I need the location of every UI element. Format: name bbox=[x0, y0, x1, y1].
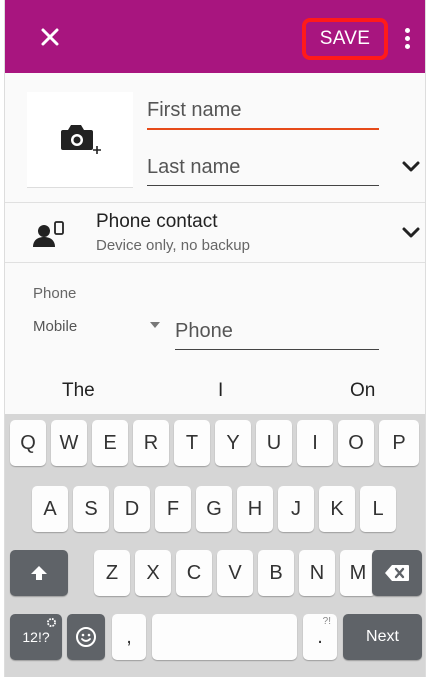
key[interactable]: S bbox=[73, 486, 109, 532]
backspace-icon bbox=[385, 565, 409, 581]
period-key-sub-label: ?! bbox=[322, 616, 331, 627]
screen: SAVE First name Last name Phone contact … bbox=[4, 0, 426, 677]
key[interactable]: Y bbox=[215, 420, 251, 466]
key[interactable]: I bbox=[297, 420, 333, 466]
settings-icon bbox=[47, 618, 56, 627]
symbols-label: 12!? bbox=[22, 629, 50, 645]
phone-placeholder: Phone bbox=[175, 320, 233, 342]
phone-type-select[interactable]: Mobile bbox=[33, 318, 77, 335]
key[interactable]: L bbox=[360, 486, 396, 532]
key[interactable]: E bbox=[92, 420, 128, 466]
key[interactable]: O bbox=[338, 420, 374, 466]
more-options-button[interactable] bbox=[397, 22, 417, 54]
key[interactable]: Q bbox=[10, 420, 46, 466]
close-button[interactable] bbox=[35, 22, 65, 52]
key[interactable]: F bbox=[155, 486, 191, 532]
phone-contact-icon bbox=[33, 221, 64, 247]
save-button[interactable]: SAVE bbox=[302, 18, 388, 60]
suggestion[interactable]: I bbox=[218, 380, 223, 402]
key[interactable]: M bbox=[340, 550, 376, 596]
expand-name-button[interactable] bbox=[400, 155, 422, 177]
suggestion-bar: The I On bbox=[5, 370, 425, 414]
add-photo-icon bbox=[61, 125, 101, 154]
key[interactable]: T bbox=[174, 420, 210, 466]
comma-key[interactable]: , bbox=[112, 614, 146, 660]
close-icon bbox=[41, 28, 59, 46]
key[interactable]: U bbox=[256, 420, 292, 466]
symbols-key[interactable]: 12!? bbox=[10, 614, 62, 660]
last-name-field[interactable]: Last name bbox=[147, 150, 379, 186]
key[interactable]: Z bbox=[94, 550, 130, 596]
shift-icon bbox=[31, 566, 47, 580]
key[interactable]: A bbox=[32, 486, 68, 532]
key[interactable]: B bbox=[258, 550, 294, 596]
emoji-icon bbox=[76, 627, 96, 647]
key[interactable]: K bbox=[319, 486, 355, 532]
key[interactable]: D bbox=[114, 486, 150, 532]
key[interactable]: V bbox=[217, 550, 253, 596]
key[interactable]: X bbox=[135, 550, 171, 596]
app-bar: SAVE bbox=[5, 0, 425, 73]
key[interactable]: P bbox=[379, 420, 419, 466]
more-vert-icon bbox=[404, 27, 410, 33]
key[interactable]: G bbox=[196, 486, 232, 532]
expand-account-button[interactable] bbox=[400, 221, 422, 243]
shift-key[interactable] bbox=[10, 550, 68, 596]
account-subtitle: Device only, no backup bbox=[96, 237, 250, 254]
key[interactable]: N bbox=[299, 550, 335, 596]
key[interactable]: J bbox=[278, 486, 314, 532]
add-photo-button[interactable] bbox=[27, 92, 133, 188]
key[interactable]: H bbox=[237, 486, 273, 532]
dropdown-arrow-icon[interactable] bbox=[150, 322, 160, 328]
space-key[interactable] bbox=[152, 614, 297, 660]
first-name-placeholder: First name bbox=[147, 99, 242, 121]
period-key[interactable]: ?! . bbox=[303, 614, 337, 660]
suggestion[interactable]: The bbox=[62, 380, 95, 402]
account-selector[interactable]: Phone contact Device only, no backup bbox=[5, 203, 425, 261]
first-name-field[interactable]: First name bbox=[147, 94, 379, 130]
on-screen-keyboard: Q W E R T Y U I O P A S D F G H J K L Z … bbox=[5, 414, 425, 677]
key[interactable]: R bbox=[133, 420, 169, 466]
key[interactable]: C bbox=[176, 550, 212, 596]
phone-field[interactable]: Phone bbox=[175, 314, 379, 350]
chevron-down-icon bbox=[402, 227, 420, 238]
chevron-down-icon bbox=[402, 161, 420, 172]
emoji-key[interactable] bbox=[67, 614, 105, 660]
backspace-key[interactable] bbox=[372, 550, 422, 596]
next-key[interactable]: Next bbox=[343, 614, 422, 660]
account-title: Phone contact bbox=[96, 211, 218, 232]
period-label: . bbox=[317, 625, 323, 648]
key[interactable]: W bbox=[51, 420, 87, 466]
phone-section-label: Phone bbox=[33, 285, 77, 302]
suggestion[interactable]: On bbox=[350, 380, 375, 402]
last-name-placeholder: Last name bbox=[147, 156, 241, 178]
divider bbox=[5, 262, 425, 263]
